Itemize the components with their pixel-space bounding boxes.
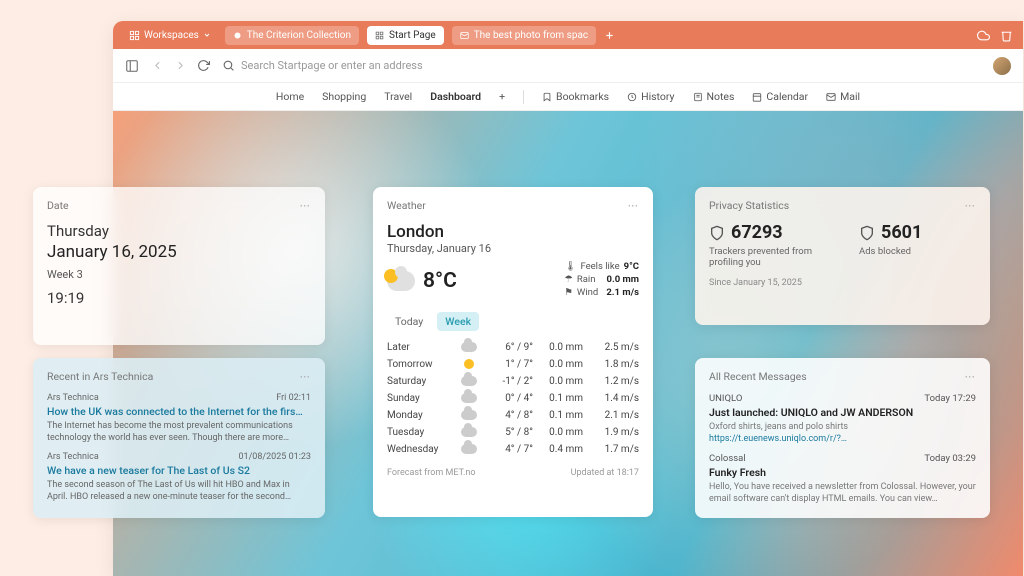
widget-menu-icon[interactable]: ⋯ [628,199,640,212]
weather-tab-week[interactable]: Week [437,312,479,331]
forecast-row: Wednesday4° / 7°0.4 mm1.7 m/s [387,441,639,458]
thermometer-icon: 🌡 [564,261,576,272]
forecast-row: Later6° / 9°0.0 mm2.5 m/s [387,339,639,356]
message-item[interactable]: UNIQLOToday 17:29Just launched: UNIQLO a… [709,393,976,445]
weather-tab-today[interactable]: Today [387,312,431,331]
menu-calendar[interactable]: Calendar [752,90,808,103]
privacy-widget: Privacy Statistics ⋯ 67293 Trackers preve… [695,187,990,325]
weather-details: 🌡Feels like 9°C ☂Rain 0.0 mm ⚑Wind 2.1 m… [564,261,639,300]
widget-title: Weather [387,199,426,212]
widget-title: All Recent Messages [709,370,807,383]
forecast-row: Monday4° / 8°0.1 mm2.1 m/s [387,407,639,424]
workspaces-menu[interactable]: Workspaces [123,27,217,44]
tab-criterion[interactable]: The Criterion Collection [225,26,359,45]
date-time: 19:19 [47,289,311,307]
history-icon [627,92,637,102]
forecast-source: Forecast from MET.no [387,468,475,478]
widget-title: Date [47,199,69,212]
forecast-list: Later6° / 9°0.0 mm2.5 m/sTomorrow1° / 7°… [387,339,639,458]
news-item[interactable]: Ars Technica01/08/2025 01:23We have a ne… [47,452,311,503]
date-week: Week 3 [47,268,311,281]
menu-notes[interactable]: Notes [693,90,735,103]
menu-add[interactable]: + [499,90,505,103]
chevron-down-icon [203,31,211,39]
shield-icon [709,224,725,242]
forecast-row: Saturday-1° / 2°0.0 mm1.2 m/s [387,373,639,390]
grid-icon [375,31,384,40]
avatar[interactable] [993,57,1011,75]
tab-start-page[interactable]: Start Page [367,26,444,45]
forecast-row: Sunday0° / 4°0.1 mm1.4 m/s [387,390,639,407]
tab-photo[interactable]: The best photo from spac [452,26,596,45]
messages-widget: All Recent Messages ⋯ UNIQLOToday 17:29Ju… [695,358,990,518]
news-widget: Recent in Ars Technica ⋯ Ars TechnicaFri … [33,358,325,518]
weather-icon [387,271,415,291]
divider [523,90,524,104]
menu-bookmarks[interactable]: Bookmarks [542,90,609,103]
widget-title: Recent in Ars Technica [47,370,153,383]
weather-temp: 8°C [423,269,457,293]
message-item[interactable]: ColossalToday 03:29Funky FreshHello, You… [709,453,976,505]
forward-icon[interactable] [174,59,187,72]
notes-icon [693,92,703,102]
news-item[interactable]: Ars TechnicaFri 02:11How the UK was conn… [47,393,311,444]
tabbar: Workspaces The Criterion Collection Star… [113,21,1023,49]
trackers-label: Trackers prevented from profiling you [709,246,829,268]
menubar: Home Shopping Travel Dashboard + Bookmar… [113,83,1023,111]
flag-icon: ⚑ [564,287,573,298]
date-full: January 16, 2025 [47,242,311,262]
reload-icon[interactable] [197,59,210,72]
menu-mail[interactable]: Mail [826,90,860,103]
weather-widget: Weather ⋯ London Thursday, January 16 8°C… [373,187,653,517]
trash-icon[interactable] [1000,29,1013,42]
privacy-since: Since January 15, 2025 [709,278,976,288]
weather-city: London [387,222,639,242]
widget-menu-icon[interactable]: ⋯ [300,199,312,212]
date-day: Thursday [47,222,311,240]
add-tab-icon[interactable] [604,30,615,41]
search-input[interactable]: Search Startpage or enter an address [222,59,981,72]
cloud-icon[interactable] [977,29,990,42]
shield-icon [859,224,875,242]
ads-label: Ads blocked [859,246,922,257]
forecast-updated: Updated at 18:17 [571,468,639,478]
calendar-icon [752,92,762,102]
ads-count: 5601 [881,222,922,243]
address-bar: Search Startpage or enter an address [113,49,1023,83]
menu-history[interactable]: History [627,90,674,103]
mail-icon [460,31,469,40]
trackers-count: 67293 [731,222,783,243]
bookmark-icon [542,92,552,102]
forecast-row: Tuesday5° / 8°0.0 mm1.9 m/s [387,424,639,441]
widget-menu-icon[interactable]: ⋯ [965,199,977,212]
menu-home[interactable]: Home [276,90,304,103]
mail-icon [826,92,836,102]
menu-shopping[interactable]: Shopping [322,90,366,103]
back-icon[interactable] [151,59,164,72]
widget-title: Privacy Statistics [709,199,789,212]
widget-menu-icon[interactable]: ⋯ [965,370,977,383]
widget-menu-icon[interactable]: ⋯ [300,370,312,383]
menu-dashboard[interactable]: Dashboard [430,90,481,103]
forecast-row: Tomorrow1° / 7°0.0 mm1.8 m/s [387,356,639,373]
umbrella-icon: ☂ [564,274,573,285]
date-widget: Date ⋯ Thursday January 16, 2025 Week 3 1… [33,187,325,345]
sidebar-toggle-icon[interactable] [125,59,139,73]
circle-icon [233,31,242,40]
search-icon [222,59,235,72]
weather-date: Thursday, January 16 [387,242,639,255]
menu-travel[interactable]: Travel [384,90,412,103]
